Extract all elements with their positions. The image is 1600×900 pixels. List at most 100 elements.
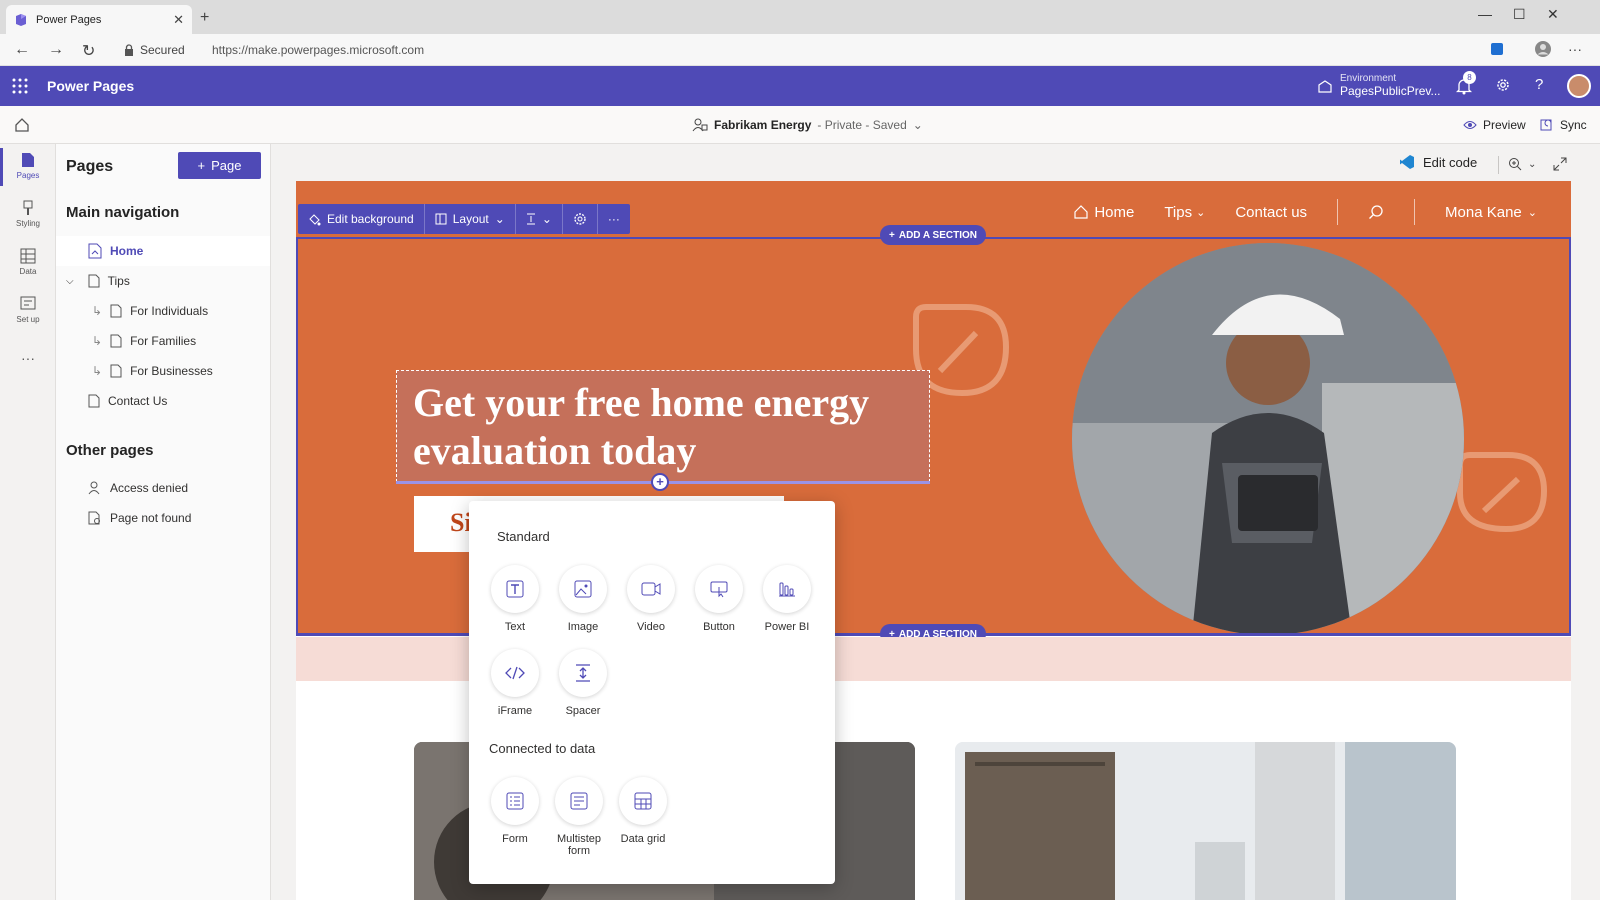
back-icon[interactable]: ← [14,41,30,59]
edit-background-button[interactable]: Edit background [298,204,425,234]
component-text[interactable]: Text [483,565,547,633]
extension-icon[interactable] [1490,42,1504,56]
code-icon [505,666,525,680]
chevron-down-icon: ⌄ [1196,206,1206,219]
help-icon[interactable]: ? [1535,76,1543,93]
layout-icon [435,213,447,225]
section-settings-button[interactable] [563,204,598,234]
rail-item-data[interactable]: Data [0,248,56,276]
component-multistep-form[interactable]: Multistep form [547,777,611,857]
hero-headline[interactable]: Get your free home energy evaluation tod… [396,370,930,482]
component-power-bi[interactable]: Power BI [755,565,819,633]
page-icon [110,304,122,318]
add-component-button[interactable]: + [651,473,669,491]
nav-page-tips[interactable]: ⌵ Tips [66,266,130,296]
chevron-down-icon: ⌄ [1528,158,1537,170]
component-iframe[interactable]: iFrame [483,649,547,717]
environment-label: Environment [1340,73,1397,84]
profile-icon[interactable] [1534,40,1552,58]
plus-icon: + [889,229,895,241]
refresh-icon[interactable]: ↻ [82,41,95,61]
nav-page-for-businesses[interactable]: ↳ For Businesses [92,356,213,386]
page-icon [22,153,34,167]
component-data-grid[interactable]: Data grid [611,777,675,845]
add-section-top-button[interactable]: + ADD A SECTION [880,225,986,245]
site-nav-contact[interactable]: Contact us [1235,204,1307,221]
child-indent-icon: ↳ [92,304,103,318]
component-image[interactable]: Image [551,565,615,633]
paint-bucket-icon [309,213,321,225]
spacing-icon [526,213,535,225]
component-video[interactable]: Video [619,565,683,633]
app-header: Power Pages Environment PagesPublicPrev.… [0,66,1600,106]
site-bar: Fabrikam Energy - Private - Saved ⌄ Prev… [0,106,1600,144]
edit-code-button[interactable]: Edit code [1399,154,1477,170]
address-bar: ← → ↻ Secured https://make.powerpages.mi… [0,34,1600,66]
notification-badge: 8 [1463,71,1476,84]
nav-page-home[interactable]: Home [56,236,270,266]
close-tab-icon[interactable]: ✕ [173,12,184,28]
site-user-menu[interactable]: Mona Kane ⌄ [1445,204,1537,221]
environment-value: PagesPublicPrev... [1340,84,1441,98]
spacing-dropdown[interactable]: ⌄ [516,204,563,234]
site-search-icon[interactable] [1368,204,1384,220]
component-spacer[interactable]: Spacer [551,649,615,717]
add-section-label: ADD A SECTION [898,229,977,241]
new-tab-button[interactable]: + [200,9,209,27]
access-denied-icon [88,481,100,495]
site-nav-tips[interactable]: Tips ⌄ [1164,204,1205,221]
preview-button[interactable]: Preview [1463,118,1526,132]
pages-panel: Pages + Page Main navigation Home ⌵ Tips… [56,144,271,900]
chevron-down-icon: ⌄ [1527,206,1537,219]
browser-tab[interactable]: Power Pages ✕ [6,5,192,34]
component-button[interactable]: Button [687,565,751,633]
other-page-access-denied[interactable]: Access denied [88,473,188,503]
home-icon[interactable] [14,117,30,133]
button-cursor-icon [710,581,728,598]
layout-dropdown[interactable]: Layout ⌄ [425,204,516,234]
site-nav-home[interactable]: Home [1074,204,1134,221]
expand-icon[interactable] [1553,157,1567,171]
sync-button[interactable]: Sync [1540,118,1587,132]
forward-icon[interactable]: → [48,41,64,59]
component-label: Data grid [620,833,666,845]
site-status: - Private - Saved [817,118,907,132]
rail-item-setup[interactable]: Set up [0,296,56,324]
plus-icon: + [197,158,206,173]
secured-indicator[interactable]: Secured [124,43,185,57]
image-icon [574,580,592,598]
maximize-button[interactable]: ☐ [1513,6,1526,23]
text-icon [506,580,524,598]
app-launcher-icon[interactable] [12,78,28,94]
browser-menu-icon[interactable]: ··· [1568,41,1582,57]
secured-label: Secured [140,43,185,57]
environment-picker[interactable]: Environment PagesPublicPrev... [1318,73,1441,98]
user-avatar[interactable] [1567,74,1591,98]
nav-page-contact-us[interactable]: Contact Us [88,386,167,416]
component-label: Button [703,621,735,633]
multistep-form-icon [570,792,588,810]
url-field[interactable]: https://make.powerpages.microsoft.com [212,43,424,57]
browser-tab-title: Power Pages [36,13,102,26]
rail-item-pages[interactable]: Pages [0,152,56,180]
nav-page-for-individuals[interactable]: ↳ For Individuals [92,296,208,326]
other-page-not-found[interactable]: Page not found [88,503,191,533]
component-form[interactable]: Form [483,777,547,845]
nav-page-for-families[interactable]: ↳ For Families [92,326,196,356]
sync-label: Sync [1560,118,1587,132]
rail-more-icon[interactable]: ··· [0,350,56,366]
environment-icon [1318,79,1332,93]
page-icon [88,274,100,288]
settings-gear-icon[interactable] [1495,77,1511,93]
window-close-button[interactable]: ✕ [1547,6,1559,23]
zoom-control[interactable]: ⌄ [1508,157,1536,171]
nav-page-label: For Businesses [130,364,213,378]
table-icon [20,248,36,264]
section-more-button[interactable]: ··· [598,204,630,234]
add-page-button[interactable]: + Page [178,152,261,179]
page-not-found-icon [88,511,100,525]
site-nav-label: Home [1094,203,1135,221]
site-title[interactable]: Fabrikam Energy - Private - Saved ⌄ [692,118,923,132]
minimize-button[interactable]: — [1478,6,1492,22]
rail-item-styling[interactable]: Styling [0,200,56,228]
